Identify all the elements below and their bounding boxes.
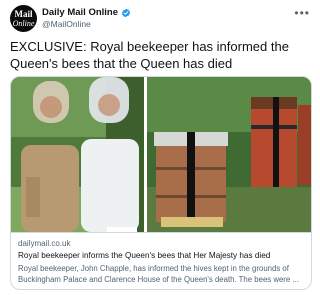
tweet: Mail Online Daily Mail Online @MailOnlin… xyxy=(0,0,320,295)
tweet-text: EXCLUSIVE: Royal beekeeper has informed … xyxy=(10,39,289,71)
avatar-logo-line2: Online xyxy=(12,18,35,28)
card-image[interactable] xyxy=(11,77,311,232)
link-card[interactable]: dailymail.co.uk Royal beekeeper informs … xyxy=(10,76,312,290)
card-title: Royal beekeeper informs the Queen's bees… xyxy=(18,251,271,260)
display-name[interactable]: Daily Mail Online xyxy=(42,7,118,18)
more-options-icon[interactable]: ••• xyxy=(294,6,310,20)
verified-badge-icon xyxy=(121,8,131,17)
account-handle[interactable]: @MailOnline xyxy=(42,19,91,29)
avatar-logo-line1: Mail xyxy=(14,8,33,19)
avatar[interactable]: Mail Online xyxy=(10,5,37,32)
card-info: dailymail.co.uk Royal beekeeper informs … xyxy=(11,232,311,289)
account-name-row: Daily Mail Online xyxy=(42,7,131,18)
card-domain: dailymail.co.uk xyxy=(18,239,71,248)
card-description: Royal beekeeper, John Chapple, has infor… xyxy=(18,264,299,284)
